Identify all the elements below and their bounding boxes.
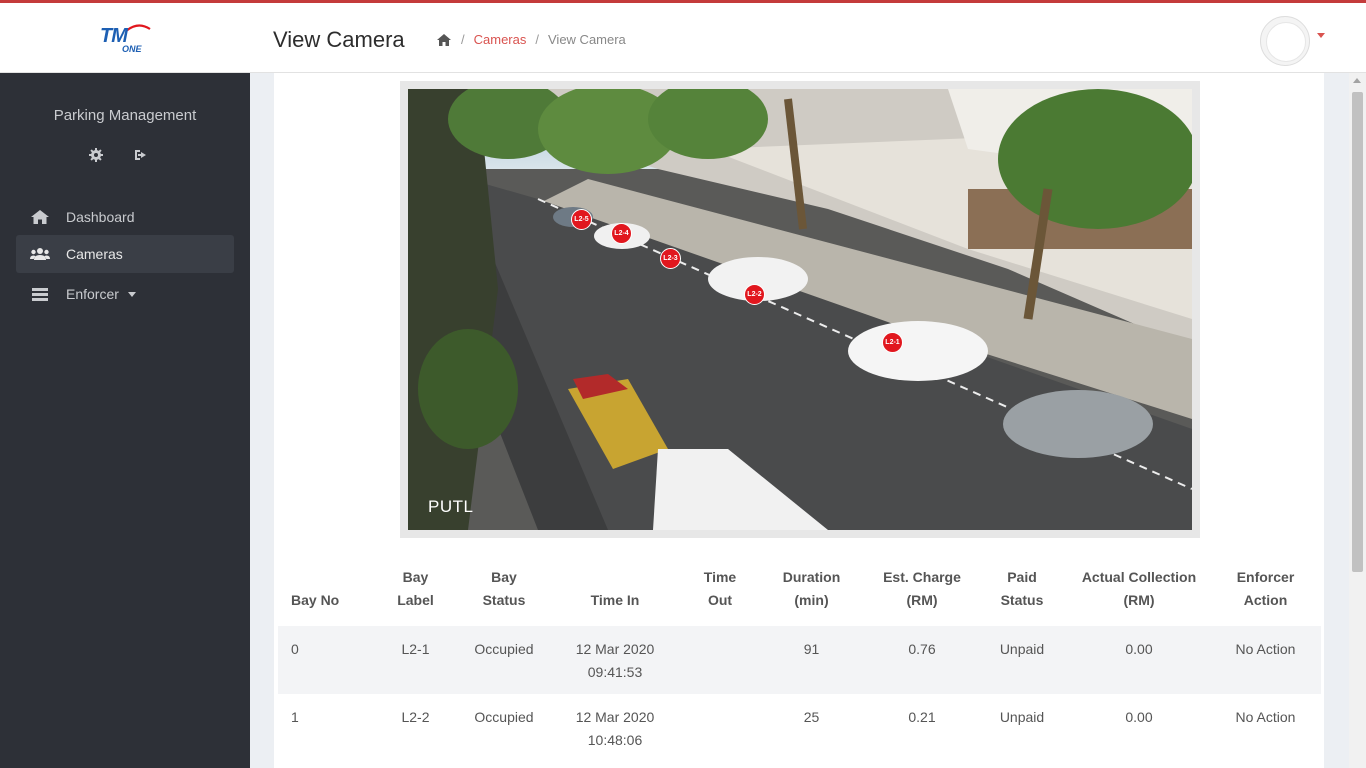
sign-out-icon[interactable]: [133, 147, 149, 163]
col-time-in: Time In: [545, 560, 685, 626]
cell-paid-status: Unpaid: [976, 694, 1068, 762]
col-header-text: Out: [707, 592, 733, 608]
col-header-text: Action: [1243, 592, 1288, 608]
col-header-text: (RM): [1123, 592, 1155, 608]
chevron-down-icon[interactable]: [1317, 33, 1325, 38]
cell-duration: 25: [755, 694, 868, 762]
tm-one-logo[interactable]: TM ONE: [96, 23, 156, 59]
cell-enforcer-action: No Action: [1210, 626, 1321, 694]
scroll-up-arrow-icon[interactable]: [1353, 78, 1361, 83]
col-header-text: Enforcer: [1236, 569, 1295, 585]
cell-bay-label: L2-2: [368, 694, 463, 762]
page-title: View Camera: [273, 27, 405, 52]
bay-marker-l2-5[interactable]: L2-5: [571, 209, 592, 230]
breadcrumb-separator: /: [535, 32, 539, 47]
col-bay-status: Bay Status: [463, 560, 545, 626]
cell-bay-status: Occupied: [463, 694, 545, 762]
col-header-text: Actual Collection: [1081, 569, 1197, 585]
cell-est-charge: 0.21: [868, 694, 976, 762]
cell-time-in-date: 12 Mar 2020: [575, 641, 655, 657]
bay-marker-l2-1[interactable]: L2-1: [882, 332, 903, 353]
breadcrumb-cameras-link[interactable]: Cameras: [474, 32, 527, 47]
cell-enforcer-action: No Action: [1210, 694, 1321, 762]
camera-label: PUTL: [428, 497, 474, 516]
sidebar: Parking Management Dashboard Cameras Enf…: [0, 73, 250, 768]
cell-time-in-time: 09:41:53: [587, 664, 643, 680]
col-header-text: (RM): [906, 592, 938, 608]
gear-icon[interactable]: [88, 147, 104, 163]
bay-status-table: Bay No Bay Label Bay Status Time In Time Ou…: [278, 560, 1321, 762]
cell-time-out: [685, 694, 755, 762]
col-header-text: Label: [397, 592, 434, 608]
cell-time-in: 12 Mar 2020 09:41:53: [545, 626, 685, 694]
col-header-text: Est. Charge: [883, 569, 961, 585]
user-avatar-icon[interactable]: [1260, 16, 1310, 66]
cell-actual-collection: 0.00: [1068, 626, 1210, 694]
sidebar-item-cameras[interactable]: Cameras: [16, 235, 234, 273]
col-paid-status: Paid Status: [976, 560, 1068, 626]
col-header-text: (min): [794, 592, 829, 608]
users-icon: [30, 248, 50, 260]
breadcrumb-separator: /: [461, 32, 465, 47]
sidebar-title: Parking Management: [53, 107, 197, 124]
col-bay-no: Bay No: [278, 560, 368, 626]
bay-marker-l2-4[interactable]: L2-4: [611, 223, 632, 244]
col-header-text: Status: [1000, 592, 1044, 608]
cell-time-out: [685, 626, 755, 694]
col-est-charge: Est. Charge (RM): [868, 560, 976, 626]
col-enforcer-action: Enforcer Action: [1210, 560, 1321, 626]
col-header-text: Paid: [1007, 569, 1037, 585]
col-header-text: Duration: [782, 569, 841, 585]
breadcrumb-current: View Camera: [548, 32, 626, 47]
sidebar-item-enforcer[interactable]: Enforcer: [16, 275, 234, 313]
table-row[interactable]: 1 L2-2 Occupied 12 Mar 2020 10:48:06 25 0…: [278, 694, 1321, 762]
scrollbar-thumb[interactable]: [1352, 92, 1363, 572]
cell-paid-status: Unpaid: [976, 626, 1068, 694]
cell-bay-label: L2-1: [368, 626, 463, 694]
breadcrumb: / Cameras / View Camera: [436, 32, 626, 47]
list-icon: [32, 288, 48, 301]
table-header-row: Bay No Bay Label Bay Status Time In Time Ou…: [278, 560, 1321, 626]
camera-feed: L2-5 L2-4 L2-3 L2-2 L2-1 PUTL: [408, 89, 1192, 530]
logo-subtext: ONE: [122, 44, 142, 54]
sidebar-item-dashboard[interactable]: Dashboard: [16, 198, 234, 236]
top-header: TM ONE View Camera / Cameras / View Came…: [0, 3, 1366, 73]
chevron-down-icon: [127, 291, 136, 297]
home-icon: [31, 210, 49, 224]
cell-bay-status: Occupied: [463, 626, 545, 694]
sidebar-item-label: Dashboard: [66, 209, 135, 225]
col-actual-collection: Actual Collection (RM): [1068, 560, 1210, 626]
col-header-text: Time In: [590, 592, 640, 608]
cell-time-in-time: 10:48:06: [587, 732, 643, 748]
cell-actual-collection: 0.00: [1068, 694, 1210, 762]
sidebar-item-label: Cameras: [66, 246, 123, 262]
col-time-out: Time Out: [685, 560, 755, 626]
col-header-text: Time: [703, 569, 737, 585]
bay-marker-l2-3[interactable]: L2-3: [660, 248, 681, 269]
col-header-text: Bay No: [291, 592, 340, 608]
table-row[interactable]: 0 L2-1 Occupied 12 Mar 2020 09:41:53 91 0…: [278, 626, 1321, 694]
cell-duration: 91: [755, 626, 868, 694]
home-icon[interactable]: [436, 33, 452, 47]
col-header-text: Bay: [491, 569, 517, 585]
col-duration: Duration (min): [755, 560, 868, 626]
cell-bay-no: 1: [278, 694, 368, 762]
col-bay-label: Bay Label: [368, 560, 463, 626]
bay-marker-l2-2[interactable]: L2-2: [744, 284, 765, 305]
col-header-text: Bay: [402, 569, 429, 585]
cell-time-in-date: 12 Mar 2020: [575, 709, 655, 725]
col-header-text: Status: [482, 592, 526, 608]
cell-est-charge: 0.76: [868, 626, 976, 694]
sidebar-item-label: Enforcer: [66, 286, 119, 302]
cell-time-in: 12 Mar 2020 10:48:06: [545, 694, 685, 762]
cell-bay-no: 0: [278, 626, 368, 694]
